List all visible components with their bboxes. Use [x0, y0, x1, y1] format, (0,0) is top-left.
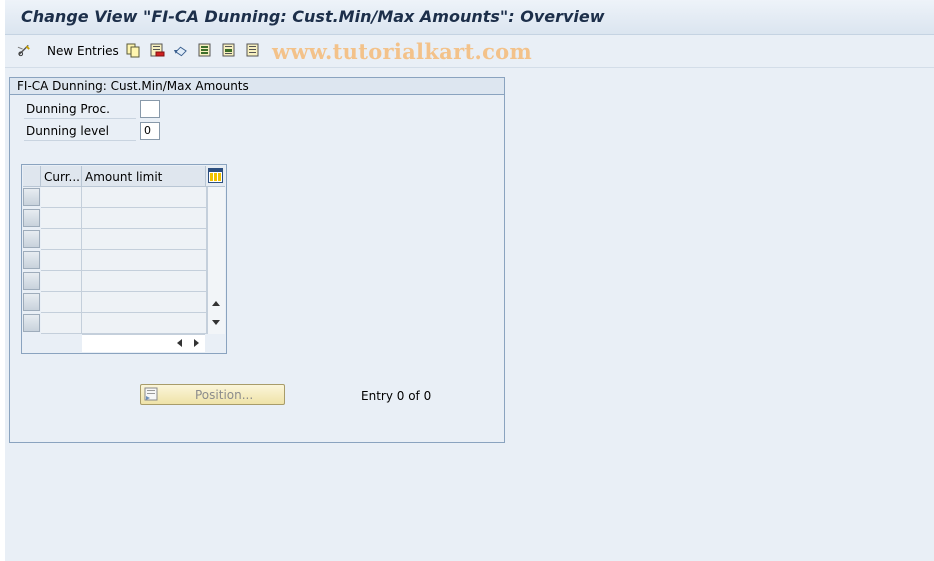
position-icon [144, 387, 158, 401]
currency-cell[interactable] [41, 250, 82, 271]
page-title: Change View "FI-CA Dunning: Cust.Min/Max… [21, 7, 605, 26]
dunning-proc-label: Dunning Proc. [24, 100, 136, 119]
amount-limit-cell[interactable] [82, 250, 207, 271]
dunning-level-label: Dunning level [24, 122, 136, 141]
dunning-level-label-text: Dunning level [26, 124, 109, 138]
group-title-bar: FI-CA Dunning: Cust.Min/Max Amounts [10, 78, 504, 95]
currency-cell[interactable] [41, 187, 82, 208]
amount-limit-cell[interactable] [82, 292, 207, 313]
scroll-right-icon[interactable] [194, 339, 199, 347]
scroll-left-icon[interactable] [177, 339, 182, 347]
row-selector[interactable] [23, 188, 40, 206]
scroll-down-icon[interactable] [212, 320, 220, 325]
new-entries-button[interactable]: New Entries [47, 44, 119, 58]
amount-limit-cell[interactable] [82, 271, 207, 292]
dunning-proc-input[interactable] [140, 100, 160, 118]
delete-icon[interactable] [150, 43, 165, 58]
watermark-text: www.tutorialkart.com [272, 39, 532, 64]
column-header-amount-limit[interactable]: Amount limit [82, 166, 206, 187]
row-selector[interactable] [23, 293, 40, 311]
group-title: FI-CA Dunning: Cust.Min/Max Amounts [17, 79, 249, 93]
select-all-rows-header[interactable] [23, 166, 41, 187]
amount-limit-cell[interactable] [82, 208, 207, 229]
table-settings-icon [208, 168, 223, 183]
application-toolbar: New Entries www.tutorialkart.com [5, 35, 934, 68]
vertical-scrollbar[interactable] [207, 187, 225, 334]
amount-limits-table: Curr... Amount limit [21, 164, 227, 354]
select-all-icon[interactable] [198, 43, 213, 58]
horizontal-scrollbar[interactable] [82, 334, 205, 352]
position-button[interactable]: Position... [140, 384, 285, 405]
edit-glasses-icon[interactable] [17, 43, 32, 58]
row-selector[interactable] [23, 314, 40, 332]
currency-cell[interactable] [41, 229, 82, 250]
sap-window: Change View "FI-CA Dunning: Cust.Min/Max… [5, 0, 934, 561]
amount-limit-cell[interactable] [82, 187, 207, 208]
table-settings-button[interactable] [206, 166, 225, 187]
select-block-icon[interactable] [222, 43, 237, 58]
row-selector[interactable] [23, 209, 40, 227]
currency-cell[interactable] [41, 292, 82, 313]
copy-icon[interactable] [126, 43, 141, 58]
dunning-level-input[interactable]: 0 [140, 122, 160, 140]
amount-limit-cell[interactable] [82, 313, 207, 334]
currency-cell[interactable] [41, 313, 82, 334]
deselect-all-icon[interactable] [246, 43, 261, 58]
column-header-currency-text: Curr... [44, 170, 80, 184]
row-selector[interactable] [23, 272, 40, 290]
currency-cell[interactable] [41, 271, 82, 292]
row-selector[interactable] [23, 230, 40, 248]
currency-cell[interactable] [41, 208, 82, 229]
row-selector[interactable] [23, 251, 40, 269]
column-header-currency[interactable]: Curr... [41, 166, 82, 187]
undo-icon[interactable] [173, 43, 188, 58]
column-header-amount-limit-text: Amount limit [85, 170, 163, 184]
position-button-label: Position... [195, 388, 254, 402]
dunning-proc-label-text: Dunning Proc. [26, 102, 110, 116]
amount-limit-cell[interactable] [82, 229, 207, 250]
dunning-amounts-group: FI-CA Dunning: Cust.Min/Max Amounts Dunn… [9, 77, 505, 443]
scroll-up-icon[interactable] [212, 301, 220, 306]
title-bar: Change View "FI-CA Dunning: Cust.Min/Max… [5, 0, 934, 35]
entry-count: Entry 0 of 0 [361, 389, 432, 403]
